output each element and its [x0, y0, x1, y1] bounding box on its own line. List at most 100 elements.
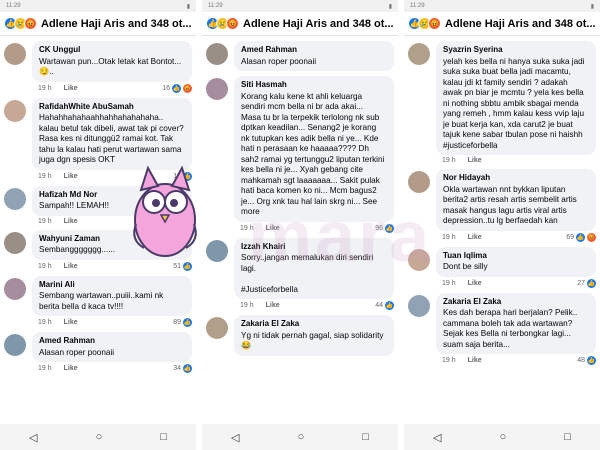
- reaction-icons: 👍 😢 😡: [206, 17, 239, 30]
- comment-time: 19 h: [38, 262, 52, 270]
- like-button[interactable]: Like: [468, 157, 482, 164]
- comment-bubble[interactable]: Nor Hidayah Okla wartawan nnt bykkan lipu…: [436, 169, 596, 231]
- commenter-name[interactable]: CK Unggul: [39, 45, 185, 56]
- like-button[interactable]: Like: [64, 263, 78, 270]
- avatar[interactable]: [408, 294, 430, 317]
- comment-meta: 19 h Like 69 👍 😡: [442, 232, 596, 242]
- avatar[interactable]: [4, 334, 26, 356]
- comment-item: Zakaria El Zaka Kes dah berapa hari berja…: [408, 292, 596, 365]
- home-icon[interactable]: ○: [298, 431, 305, 443]
- commenter-name[interactable]: Siti Hasmah: [241, 80, 387, 91]
- like-button[interactable]: Like: [64, 173, 78, 180]
- status-bar: 11:29 ▮: [202, 0, 398, 12]
- android-nav-bar: ◁ ○ □: [202, 424, 398, 450]
- reaction-count[interactable]: 89 👍: [173, 318, 192, 327]
- comment-bubble[interactable]: Zakaria El Zaka Yg ni tidak pernah gagal,…: [234, 315, 394, 356]
- comment-item: Amed Rahman Alasan roper poonaii: [206, 41, 394, 71]
- header-title: Adlene Haji Aris and 348 ot...: [243, 17, 394, 30]
- commenter-name[interactable]: Zakaria El Zaka: [443, 297, 589, 308]
- reaction-count[interactable]: 27 👍: [577, 278, 596, 288]
- comment-body: Zakaria El Zaka Yg ni tidak pernah gagal,…: [234, 315, 394, 356]
- comment-bubble[interactable]: RafidahWhite AbuSamah Hahahhahahaahhahhah…: [32, 97, 192, 170]
- like-button[interactable]: Like: [468, 234, 482, 241]
- comment-meta: 19 h Like 16 👍 😡: [38, 83, 192, 93]
- comment-time: 19 h: [38, 84, 52, 92]
- commenter-name[interactable]: Nor Hidayah: [443, 173, 589, 184]
- recents-icon[interactable]: □: [564, 431, 571, 443]
- avatar[interactable]: [206, 239, 228, 262]
- like-button[interactable]: Like: [64, 85, 78, 92]
- recents-icon[interactable]: □: [160, 431, 167, 443]
- like-button[interactable]: Like: [64, 365, 78, 372]
- reaction-count[interactable]: 34 👍: [173, 364, 192, 373]
- comment-bubble[interactable]: Amed Rahman Alasan roper poonaii: [32, 332, 192, 362]
- comment-bubble[interactable]: CK Unggul Wartawan pun...Otak letak kat B…: [32, 41, 192, 82]
- home-icon[interactable]: ○: [96, 431, 103, 443]
- back-icon[interactable]: ◁: [29, 431, 37, 444]
- commenter-name[interactable]: Syazrin Syerina: [443, 45, 589, 56]
- comment-meta: 19 h Like: [442, 157, 596, 164]
- avatar[interactable]: [206, 78, 228, 100]
- comment-text: Dont be silly: [443, 262, 488, 271]
- like-button[interactable]: Like: [468, 280, 482, 287]
- comment-bubble[interactable]: Marini Ali Sembang wartawan..puiii..kami …: [32, 275, 192, 316]
- reaction-count[interactable]: 16 👍 😡: [162, 83, 192, 93]
- avatar[interactable]: [408, 43, 430, 65]
- comment-item: Syazrin Syerina yelah kes bella ni hanya …: [408, 41, 596, 164]
- reaction-count[interactable]: 69 👍 😡: [566, 232, 596, 242]
- comment-bubble[interactable]: Tuan Iqlima Dont be silly: [436, 246, 596, 277]
- avatar[interactable]: [4, 99, 26, 122]
- recents-icon[interactable]: □: [362, 431, 369, 443]
- back-icon[interactable]: ◁: [433, 431, 441, 444]
- comment-text: Hahahhahahaahhahhahahahaha.. kalau betul…: [39, 113, 184, 164]
- reaction-count[interactable]: 44 👍: [375, 301, 394, 310]
- angry-icon: 😡: [587, 232, 596, 242]
- comment-item: Amed Rahman Alasan roper poonaii 19 h Like 3…: [4, 332, 192, 373]
- back-icon[interactable]: ◁: [231, 431, 239, 444]
- comments-header[interactable]: 👍 😢 😡 Adlene Haji Aris and 348 ot...: [404, 12, 600, 36]
- comments-header[interactable]: 👍 😢 😡 Adlene Haji Aris and 348 ot...: [0, 12, 196, 36]
- comment-bubble[interactable]: Zakaria El Zaka Kes dah berapa hari berja…: [436, 292, 596, 354]
- comment-time: 19 h: [38, 319, 52, 326]
- like-button[interactable]: Like: [266, 302, 280, 309]
- commenter-name[interactable]: Zakaria El Zaka: [241, 319, 387, 330]
- avatar[interactable]: [206, 43, 228, 65]
- home-icon[interactable]: ○: [500, 431, 507, 443]
- comment-item: Zakaria El Zaka Yg ni tidak pernah gagal,…: [206, 315, 394, 356]
- commenter-name[interactable]: Amed Rahman: [241, 45, 387, 56]
- avatar[interactable]: [206, 317, 228, 339]
- status-time: 11:29: [410, 3, 425, 9]
- like-button[interactable]: Like: [64, 218, 78, 225]
- comment-bubble[interactable]: Amed Rahman Alasan roper poonaii: [234, 41, 394, 71]
- comment-feed: Syazrin Syerina yelah kes bella ni hanya …: [404, 41, 600, 365]
- comment-meta: 19 h Like 34 👍: [38, 364, 192, 373]
- comments-header[interactable]: 👍 😢 😡 Adlene Haji Aris and 348 ot...: [202, 12, 398, 36]
- comment-body: Syazrin Syerina yelah kes bella ni hanya …: [436, 41, 596, 164]
- avatar[interactable]: [4, 43, 26, 65]
- android-nav-bar: ◁ ○ □: [0, 424, 196, 450]
- like-icon: 👍: [183, 318, 192, 327]
- avatar[interactable]: [4, 187, 26, 210]
- like-button[interactable]: Like: [64, 319, 78, 326]
- reaction-number: 44: [375, 302, 383, 309]
- like-icon: 👍: [576, 232, 585, 242]
- avatar[interactable]: [4, 231, 26, 254]
- reaction-count[interactable]: 51 👍: [173, 261, 192, 271]
- watermark-text: mara: [248, 197, 433, 277]
- like-button[interactable]: Like: [468, 357, 482, 364]
- comment-time: 19 h: [442, 233, 456, 241]
- commenter-name[interactable]: Tuan Iqlima: [443, 251, 589, 262]
- avatar[interactable]: [408, 171, 430, 193]
- comment-item: Nor Hidayah Okla wartawan nnt bykkan lipu…: [408, 169, 596, 242]
- reaction-count[interactable]: 48 👍: [577, 356, 596, 365]
- commenter-name[interactable]: Amed Rahman: [39, 336, 185, 347]
- comment-time: 19 h: [442, 279, 456, 287]
- comment-meta: 19 h Like 51 👍: [38, 261, 192, 271]
- avatar[interactable]: [4, 277, 26, 300]
- comment-text: yelah kes bella ni hanya suka suka jadi …: [443, 56, 585, 150]
- commenter-name[interactable]: RafidahWhite AbuSamah: [39, 102, 185, 113]
- like-icon: 👍: [172, 83, 181, 93]
- like-icon: 👍: [183, 261, 192, 271]
- comment-bubble[interactable]: Syazrin Syerina yelah kes bella ni hanya …: [436, 41, 596, 155]
- commenter-name[interactable]: Marini Ali: [39, 280, 185, 291]
